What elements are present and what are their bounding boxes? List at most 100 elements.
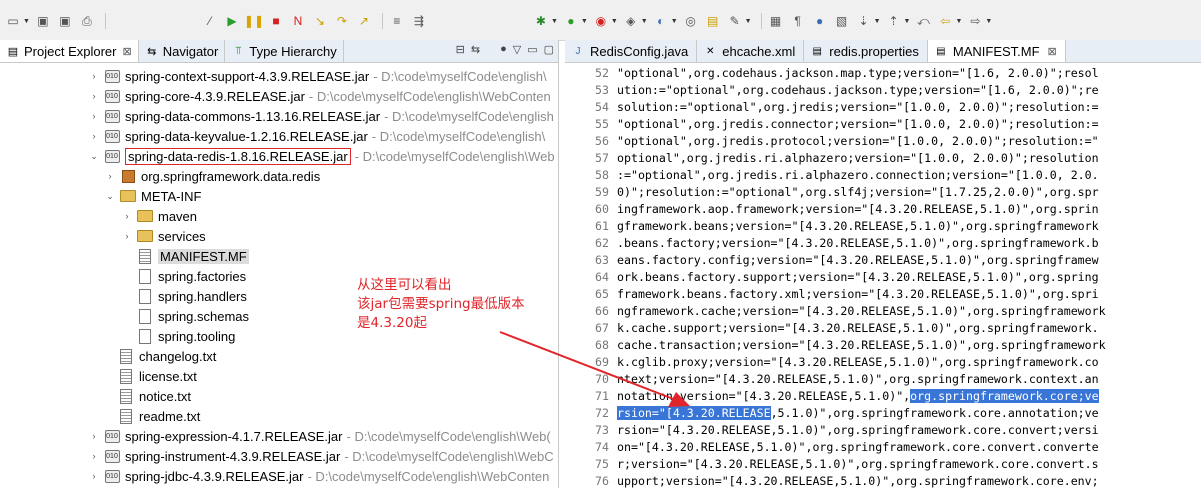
tree-item-jar[interactable]: › 010 spring-data-commons-1.13.16.RELEAS… [88,106,554,126]
dropdown-arrow-icon[interactable]: ▼ [671,18,678,25]
expand-icon[interactable]: › [88,71,100,81]
show-whitespace-icon[interactable]: ¶ [789,12,807,30]
expand-icon[interactable]: › [88,471,100,481]
tree-item-file[interactable]: spring.factories [137,266,246,286]
dropdown-arrow-icon[interactable]: ▼ [904,18,911,25]
dropdown-arrow-icon[interactable]: ▼ [611,18,618,25]
dropdown-arrow-icon[interactable]: ▼ [955,18,962,25]
tree-item-file[interactable]: spring.schemas [137,306,249,326]
open-folder-icon[interactable]: ▤ [704,12,722,30]
code-text: 0)";resolution:="optional",org.slf4j;ver… [617,184,1099,199]
link-with-editor-icon[interactable]: ⇆ [471,43,480,56]
dropdown-arrow-icon[interactable]: ▼ [581,18,588,25]
save-all-icon[interactable]: ▣ [56,12,74,30]
tab-type-hierarchy[interactable]: ⫪ Type Hierarchy [225,40,344,62]
tree-item-file-selected[interactable]: MANIFEST.MF [137,246,249,266]
file-icon [137,248,153,264]
expand-icon[interactable]: › [88,431,100,441]
tab-manifest-mf[interactable]: ▤ MANIFEST.MF ⊠ [927,40,1066,62]
tree-item-jar[interactable]: › 010 spring-data-keyvalue-1.2.16.RELEAS… [88,126,546,146]
terminate-icon[interactable]: ■ [267,12,285,30]
dropdown-arrow-icon[interactable]: ▼ [745,18,752,25]
search-icon[interactable]: ✎ [726,12,744,30]
jar-icon: 010 [104,89,120,103]
print-icon[interactable]: ⎙ [78,12,96,30]
tree-item-file[interactable]: license.txt [118,366,197,386]
expand-icon[interactable]: › [121,211,133,221]
tree-item-path: - D:\code\myselfCode\english\Web [354,148,555,164]
tab-redisconfig-java[interactable]: J RedisConfig.java [565,40,698,62]
tree-item-jar[interactable]: › 010 spring-jdbc-4.3.9.RELEASE.jar - D:… [88,466,550,486]
expand-icon[interactable]: › [88,111,100,121]
collapse-all-icon[interactable]: ⊟ [456,43,465,56]
block-selection-icon[interactable]: ▧ [833,12,851,30]
dropdown-arrow-icon[interactable]: ▼ [874,18,881,25]
new-server-icon[interactable]: ◈ [622,12,640,30]
code-line: 60 ingframework.aop.framework;version="[4… [565,200,1099,217]
tab-redis-properties[interactable]: ▤ redis.properties [804,40,928,62]
line-number: 63 [595,252,609,267]
save-icon[interactable]: ▣ [34,12,52,30]
maximize-icon[interactable]: ▢ [544,43,554,56]
step-into-icon[interactable]: ↘ [311,12,329,30]
collapse-icon[interactable]: ⌄ [104,191,116,202]
last-edit-icon[interactable]: ⤺ [914,12,932,30]
view-menu-icon[interactable]: ▽ [513,43,521,56]
tree-item-file[interactable]: notice.txt [118,386,191,406]
expand-icon[interactable]: › [104,171,116,181]
toggle-mark-icon[interactable]: ▦ [767,12,785,30]
web-browser-icon[interactable]: ● [811,12,829,30]
resume-icon[interactable]: ▶ [223,12,241,30]
external-tools-icon[interactable]: ◉ [592,12,610,30]
tab-navigator[interactable]: ⇆ Navigator [139,40,226,62]
new-icon[interactable]: ▭ [4,12,22,30]
prev-annotation-icon[interactable]: ⇡ [885,12,903,30]
tree-item-path: - D:\code\myselfCode\english [384,108,554,124]
step-return-icon[interactable]: ↗ [355,12,373,30]
tree-item-jar-redis[interactable]: ⌄ 010 spring-data-redis-1.8.16.RELEASE.j… [88,146,555,166]
back-icon[interactable]: ⇦ [936,12,954,30]
tab-label: RedisConfig.java [590,43,689,59]
dropdown-arrow-icon[interactable]: ▼ [551,18,558,25]
tree-item-jar[interactable]: › 010 spring-core-4.3.9.RELEASE.jar - D:… [88,86,551,106]
run-icon[interactable]: ● [562,12,580,30]
tree-item-folder-meta-inf[interactable]: ⌄ META-INF [104,186,201,206]
focus-icon[interactable]: ● [500,43,507,56]
dropdown-arrow-icon[interactable]: ▼ [23,18,30,25]
debug-icon[interactable]: ✱ [532,12,550,30]
tree-item-file[interactable]: spring.tooling [137,326,235,346]
expand-icon[interactable]: › [88,451,100,461]
tree-item-package[interactable]: › org.springframework.data.redis [104,166,321,186]
expand-icon[interactable]: › [88,131,100,141]
dropdown-arrow-icon[interactable]: ▼ [641,18,648,25]
tree-item-folder[interactable]: › services [121,226,206,246]
expand-icon[interactable]: › [88,91,100,101]
use-step-filters-icon[interactable]: ⇶ [410,12,428,30]
collapse-icon[interactable]: ⌄ [88,151,100,162]
code-line: 62 .beans.factory;version="[4.3.20.RELEAS… [565,234,1099,251]
java-file-icon: J [575,45,581,57]
tree-item-file[interactable]: changelog.txt [118,346,216,366]
tree-item-folder[interactable]: › maven [121,206,198,226]
suspend-icon[interactable]: ❚❚ [244,12,264,30]
step-over-icon[interactable]: ↷ [333,12,351,30]
tab-ehcache-xml[interactable]: ✕ ehcache.xml [697,40,805,62]
close-icon[interactable]: ⊠ [1048,45,1057,58]
minimize-icon[interactable]: ▭ [527,43,537,56]
tree-item-jar[interactable]: › 010 spring-instrument-4.3.9.RELEASE.ja… [88,446,554,466]
skip-breakpoints-icon[interactable]: ⁄ [201,12,219,30]
next-annotation-icon[interactable]: ⇣ [855,12,873,30]
tab-project-explorer[interactable]: ▤ Project Explorer ⊠ [0,40,139,62]
tree-item-file[interactable]: readme.txt [118,406,200,426]
open-type-icon[interactable]: ◎ [682,12,700,30]
tree-item-jar[interactable]: › 010 spring-context-support-4.3.9.RELEA… [88,66,547,86]
forward-icon[interactable]: ⇨ [966,12,984,30]
expand-icon[interactable]: › [121,231,133,241]
tree-item-file[interactable]: spring.handlers [137,286,247,306]
tree-item-jar[interactable]: › 010 spring-expression-4.1.7.RELEASE.ja… [88,426,551,446]
close-icon[interactable]: ⊠ [122,45,131,58]
disconnect-icon[interactable]: N [289,12,307,30]
drop-to-frame-icon[interactable]: ≡ [388,12,406,30]
new-class-icon[interactable]: ◐ [652,12,670,30]
dropdown-arrow-icon[interactable]: ▼ [985,18,992,25]
